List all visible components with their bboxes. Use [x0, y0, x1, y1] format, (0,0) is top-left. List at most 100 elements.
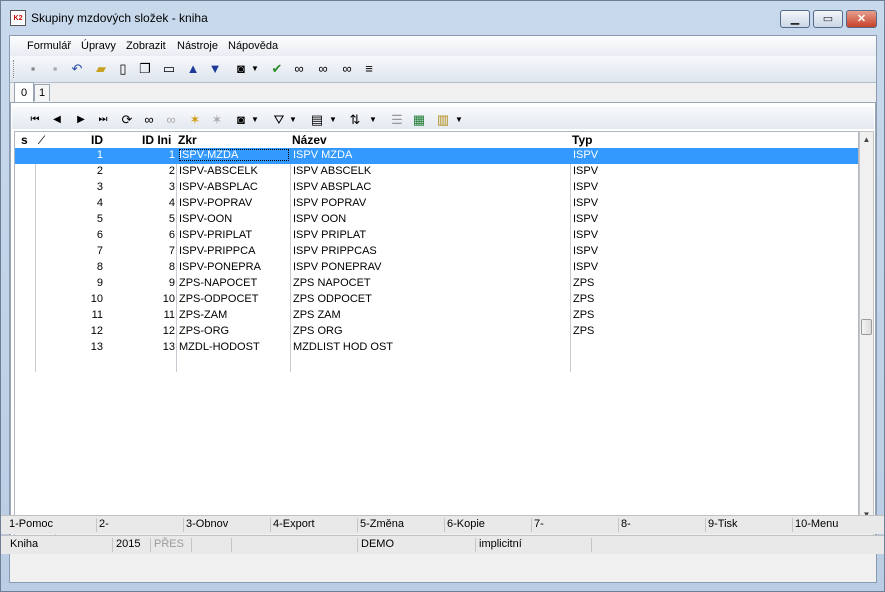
star-add-icon[interactable]: ✶: [186, 111, 204, 129]
cell-typ[interactable]: ISPV: [573, 229, 653, 241]
maximize-button[interactable]: ▭: [813, 10, 843, 28]
cell-id-ini[interactable]: 10: [105, 293, 175, 305]
binoculars-icon[interactable]: ∞: [140, 111, 158, 129]
fkey-1[interactable]: 1-Pomoc: [7, 518, 53, 532]
minimize-button[interactable]: ▁: [780, 10, 810, 28]
col-header-id[interactable]: ID: [91, 133, 103, 147]
tab-1[interactable]: 1: [34, 84, 50, 101]
arrow-up-icon[interactable]: ▲: [184, 60, 202, 78]
col-header-sort[interactable]: ⁄: [41, 133, 43, 147]
cell-zkr[interactable]: ISPV-PRIPPCA: [179, 245, 289, 257]
cell-typ[interactable]: ISPV: [573, 197, 653, 209]
fkey-8[interactable]: 8-: [618, 518, 631, 532]
cell-id[interactable]: 2: [45, 165, 103, 177]
camera-icon[interactable]: ◙: [232, 111, 250, 129]
cell-zkr[interactable]: ISPV-ABSCELK: [179, 165, 289, 177]
cell-id-ini[interactable]: 6: [105, 229, 175, 241]
cell-zkr[interactable]: ZPS-ORG: [179, 325, 289, 337]
cell-id-ini[interactable]: 4: [105, 197, 175, 209]
arrow-down-icon[interactable]: ▼: [206, 60, 224, 78]
cell-typ[interactable]: ISPV: [573, 165, 653, 177]
cell-id[interactable]: 5: [45, 213, 103, 225]
new-document-icon[interactable]: ▯: [114, 60, 132, 78]
menu-upravy[interactable]: Úpravy: [81, 40, 116, 52]
menu-zobrazit[interactable]: Zobrazit: [126, 40, 166, 52]
binoculars-icon[interactable]: ∞: [290, 60, 308, 78]
fkey-9[interactable]: 9-Tisk: [705, 518, 738, 532]
menu-formular[interactable]: Formulář: [27, 40, 71, 52]
menu-nastroje[interactable]: Nástroje: [177, 40, 218, 52]
cell-typ[interactable]: ISPV: [573, 149, 653, 161]
cell-id-ini[interactable]: 1: [105, 149, 175, 161]
scroll-thumb[interactable]: [861, 319, 872, 335]
cell-typ[interactable]: ZPS: [573, 277, 653, 289]
undo-icon[interactable]: ↶: [68, 60, 86, 78]
cell-zkr[interactable]: ZPS-NAPOCET: [179, 277, 289, 289]
columns-icon[interactable]: ▤: [308, 111, 326, 129]
binoculars-star-icon[interactable]: ∞: [338, 60, 356, 78]
table-row[interactable]: 10 10 ZPS-ODPOCET ZPS ODPOCET ZPS: [15, 292, 858, 308]
table-row[interactable]: 9 9 ZPS-NAPOCET ZPS NAPOCET ZPS: [15, 276, 858, 292]
cell-nazev[interactable]: ZPS ORG: [293, 325, 563, 337]
menu-lines-icon[interactable]: ≡: [360, 60, 378, 78]
dropdown-arrow-icon[interactable]: ▼: [454, 111, 464, 129]
table-row[interactable]: 4 4 ISPV-POPRAV ISPV POPRAV ISPV: [15, 196, 858, 212]
sort-az-icon[interactable]: ⇅: [346, 111, 364, 129]
dropdown-arrow-icon[interactable]: ▼: [288, 111, 298, 129]
col-header-typ[interactable]: Typ: [572, 133, 592, 147]
cell-id-ini[interactable]: 8: [105, 261, 175, 273]
cell-zkr[interactable]: ISPV-PRIPLAT: [179, 229, 289, 241]
toolbar-grip[interactable]: [13, 60, 17, 78]
camera-icon[interactable]: ◙: [232, 60, 250, 78]
last-record-icon[interactable]: ⏭: [94, 111, 112, 129]
cell-typ[interactable]: ZPS: [573, 293, 653, 305]
table-row[interactable]: 11 11 ZPS-ZAM ZPS ZAM ZPS: [15, 308, 858, 324]
cell-zkr[interactable]: ISPV-OON: [179, 213, 289, 225]
fkey-6[interactable]: 6-Kopie: [444, 518, 485, 532]
cell-id[interactable]: 11: [45, 309, 103, 321]
cell-id-ini[interactable]: 7: [105, 245, 175, 257]
col-header-nazev[interactable]: Název: [292, 133, 327, 147]
close-button[interactable]: ✕: [846, 10, 877, 28]
cell-id[interactable]: 12: [45, 325, 103, 337]
cell-nazev[interactable]: ZPS NAPOCET: [293, 277, 563, 289]
menu-napoveda[interactable]: Nápověda: [228, 40, 278, 52]
fkey-7[interactable]: 7-: [531, 518, 544, 532]
cell-nazev[interactable]: MZDLIST HOD OST: [293, 341, 563, 353]
cell-id-ini[interactable]: 3: [105, 181, 175, 193]
cell-zkr[interactable]: MZDL-HODOST: [179, 341, 289, 353]
filter-icon[interactable]: ⛛: [270, 111, 288, 129]
vertical-scrollbar[interactable]: ▲ ▼: [859, 131, 874, 523]
cell-nazev[interactable]: ISPV PRIPLAT: [293, 229, 563, 241]
next-record-icon[interactable]: ▶: [72, 111, 90, 129]
table-row[interactable]: 6 6 ISPV-PRIPLAT ISPV PRIPLAT ISPV: [15, 228, 858, 244]
open-folder-icon[interactable]: ▰: [92, 60, 110, 78]
cell-id[interactable]: 3: [45, 181, 103, 193]
cell-typ[interactable]: ZPS: [573, 309, 653, 321]
table-row[interactable]: 1 1 ISPV-MZDA ISPV MZDA ISPV: [15, 148, 858, 164]
cell-zkr[interactable]: ZPS-ODPOCET: [179, 293, 289, 305]
dropdown-arrow-icon[interactable]: ▼: [328, 111, 338, 129]
table-row[interactable]: 13 13 MZDL-HODOST MZDLIST HOD OST: [15, 340, 858, 356]
cell-typ[interactable]: ISPV: [573, 245, 653, 257]
cell-nazev[interactable]: ZPS ODPOCET: [293, 293, 563, 305]
fkey-5[interactable]: 5-Změna: [357, 518, 404, 532]
first-record-icon[interactable]: ⏮: [26, 111, 44, 129]
fkey-2[interactable]: 2-: [96, 518, 109, 532]
cell-zkr[interactable]: ZPS-ZAM: [179, 309, 289, 321]
cell-id[interactable]: 7: [45, 245, 103, 257]
cell-id[interactable]: 10: [45, 293, 103, 305]
cell-nazev[interactable]: ZPS ZAM: [293, 309, 563, 321]
title-bar[interactable]: K2 Skupiny mzdových složek - kniha ▁ ▭ ✕: [1, 1, 884, 35]
data-grid[interactable]: s ⁄ ID ID Ini Zkr Název Typ 1 1 ISPV-MZDA I…: [14, 131, 859, 523]
cell-id[interactable]: 8: [45, 261, 103, 273]
table-row[interactable]: 8 8 ISPV-PONEPRA ISPV PONEPRAV ISPV: [15, 260, 858, 276]
table-row[interactable]: 12 12 ZPS-ORG ZPS ORG ZPS: [15, 324, 858, 340]
table-row[interactable]: 7 7 ISPV-PRIPPCA ISPV PRIPPCAS ISPV: [15, 244, 858, 260]
cell-typ[interactable]: ISPV: [573, 213, 653, 225]
table-row[interactable]: 5 5 ISPV-OON ISPV OON ISPV: [15, 212, 858, 228]
cell-nazev[interactable]: ISPV POPRAV: [293, 197, 563, 209]
cell-typ[interactable]: ISPV: [573, 261, 653, 273]
cell-id-ini[interactable]: 9: [105, 277, 175, 289]
cell-typ[interactable]: ISPV: [573, 181, 653, 193]
